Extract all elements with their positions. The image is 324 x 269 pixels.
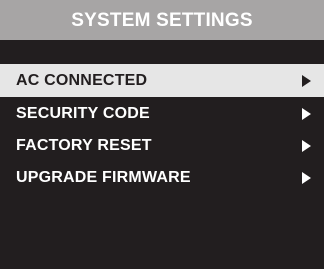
menu-item-label: FACTORY RESET <box>16 137 152 154</box>
menu-item-label: UPGRADE FIRMWARE <box>16 169 191 186</box>
chevron-right-icon <box>302 172 311 184</box>
system-settings-screen: SYSTEM SETTINGS AC CONNECTED SECURITY CO… <box>0 0 324 269</box>
chevron-right-icon <box>302 107 311 120</box>
menu-item-label: SECURITY CODE <box>16 104 150 122</box>
menu-item-security-code[interactable]: SECURITY CODE <box>0 97 324 130</box>
menu-item-ac-connected[interactable]: AC CONNECTED <box>0 64 324 97</box>
menu-item-label: AC CONNECTED <box>16 71 148 89</box>
menu-item-upgrade-firmware[interactable]: UPGRADE FIRMWARE <box>0 162 324 194</box>
title-bar: SYSTEM SETTINGS <box>0 0 324 40</box>
chevron-right-icon <box>302 140 311 152</box>
menu-item-factory-reset[interactable]: FACTORY RESET <box>0 130 324 162</box>
chevron-right-icon <box>302 74 311 87</box>
page-title: SYSTEM SETTINGS <box>71 9 253 31</box>
settings-menu-list: AC CONNECTED SECURITY CODE FACTORY RESET… <box>0 64 324 194</box>
